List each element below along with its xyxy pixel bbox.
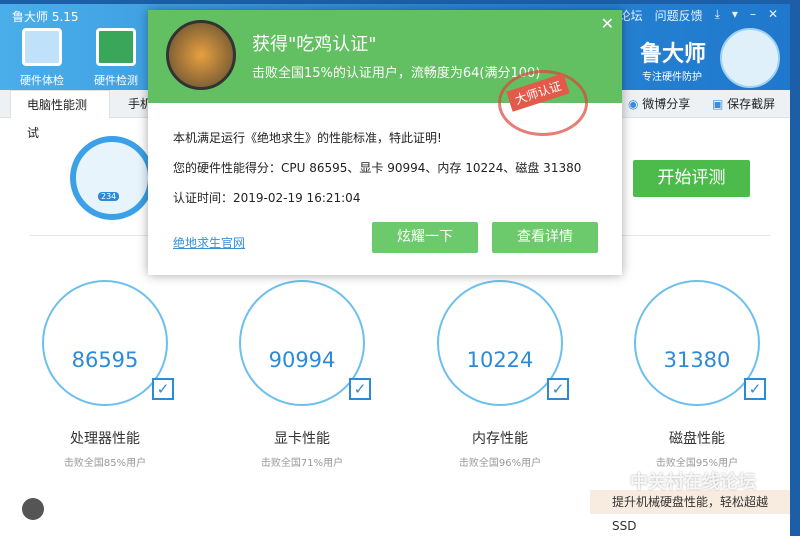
app-title: 鲁大师 5.15 [12,10,79,24]
card-label: 处理器性能 [70,431,140,447]
download-icon[interactable]: ⤓ [715,7,720,24]
checkbox-icon: ✓ [152,378,174,400]
weibo-share-label: 微博分享 [642,97,691,111]
camera-icon: ▣ [712,97,728,111]
close-button[interactable]: ✕ [768,7,778,24]
tool-hardware-checkup[interactable]: 硬件体检 [12,28,72,88]
forum-link[interactable]: 论坛 [619,7,643,24]
card-label: 内存性能 [472,431,528,447]
start-test-button[interactable]: 开始评测 [633,160,750,197]
weibo-share-button[interactable]: ◉ 微博分享 [628,90,690,118]
save-screenshot-button[interactable]: ▣ 保存截屏 [712,90,775,118]
brand-name: 鲁大师 [640,42,707,67]
checkbox-icon: ✓ [349,378,371,400]
checkbox-icon: ✓ [744,378,766,400]
memory-icon: 10224 ✓ [437,280,569,406]
card-sub: 击败全国95%用户 [655,458,739,469]
card-sub: 击败全国71%用户 [260,458,344,469]
gpu-icon: 90994 ✓ [239,280,371,406]
memory-score: 10224 [466,348,534,372]
mascot-avatar [720,28,780,88]
minimize-button[interactable]: – [750,7,756,24]
hardware-scores: 您的硬件性能得分：CPU 86595、显卡 90994、内存 10224、磁盘 … [173,161,582,175]
weibo-icon: ◉ [628,97,643,111]
view-details-button[interactable]: 查看详情 [492,222,598,253]
save-screenshot-label: 保存截屏 [727,97,776,111]
memory-card: 10224 ✓ 内存性能击败全国96%用户 [420,280,580,469]
chicken-certification-dialog: 获得"吃鸡认证" 击败全国15%的认证用户，流畅度为64(满分100) ✕ 大师… [148,10,622,275]
disk-icon: 31380 ✓ [634,280,766,406]
card-label: 磁盘性能 [669,431,725,447]
settings-icon[interactable] [22,498,44,520]
cpu-icon: 86595 ✓ [42,280,174,406]
checkbox-icon: ✓ [547,378,569,400]
watermark: 中关村在线论坛 [630,472,756,493]
performance-gauge-icon: 234 [70,136,154,220]
dialog-title: 获得"吃鸡认证" [252,34,377,55]
tool-label: 硬件检测 [94,74,138,87]
feedback-link[interactable]: 问题反馈 [655,7,703,24]
disk-score: 31380 [663,348,731,372]
tool-label: 硬件体检 [20,74,64,87]
card-sub: 击败全国85%用户 [63,458,147,469]
show-off-button[interactable]: 炫耀一下 [372,222,478,253]
card-sub: 击败全国96%用户 [458,458,542,469]
card-label: 显卡性能 [274,431,330,447]
tool-hardware-detect[interactable]: 硬件检测 [86,28,146,88]
cpu-card: 86595 ✓ 处理器性能击败全国85%用户 [25,280,185,469]
gauge-value: 234 [98,192,120,201]
gpu-score: 90994 [268,348,336,372]
dialog-subtitle: 击败全国15%的认证用户，流畅度为64(满分100) [252,66,541,81]
dialog-header: 获得"吃鸡认证" 击败全国15%的认证用户，流畅度为64(满分100) ✕ 大师… [148,10,622,136]
gpu-card: 90994 ✓ 显卡性能击败全国71%用户 [222,280,382,469]
graphics-card-icon [96,28,136,66]
cpu-score: 86595 [71,348,139,372]
disk-card: 31380 ✓ 磁盘性能击败全国95%用户 [617,280,777,469]
pubg-logo [166,20,236,90]
menu-icon[interactable]: ▾ [732,7,738,24]
brand-slogan: 专注硬件防护 [642,72,702,83]
pubg-official-site-link[interactable]: 绝地求生官网 [173,234,245,251]
certification-time: 认证时间：2019-02-19 16:21:04 [173,191,361,205]
dialog-close-icon[interactable]: ✕ [601,14,614,33]
monitor-icon [22,28,62,66]
tab-pc-performance[interactable]: 电脑性能测试 [10,90,110,140]
